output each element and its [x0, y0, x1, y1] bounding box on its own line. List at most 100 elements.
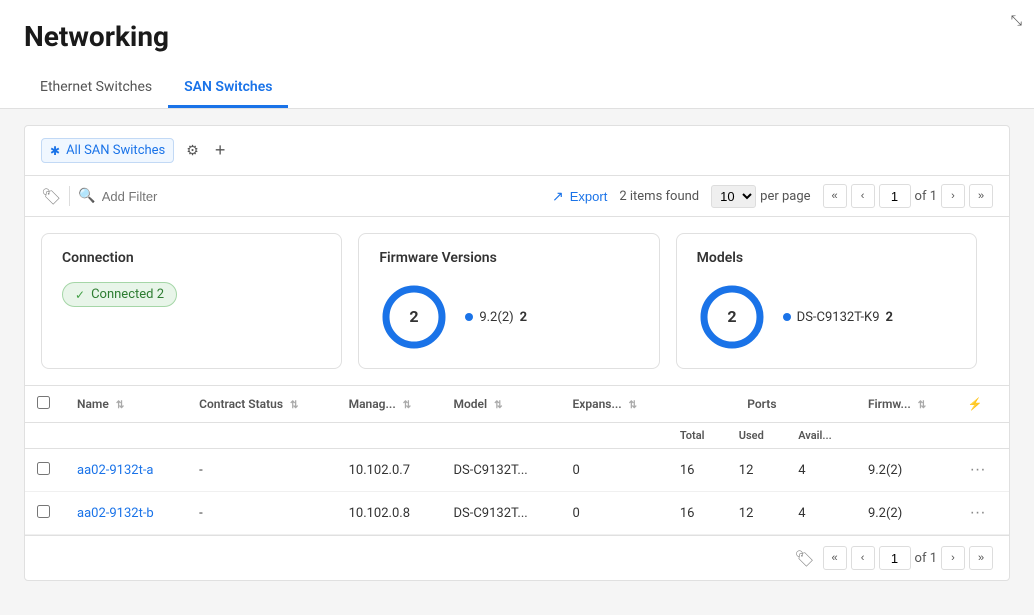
tab-ethernet[interactable]: Ethernet Switches — [24, 69, 168, 108]
next-page-button[interactable]: › — [941, 184, 965, 208]
panel-toolbar-left: ✱ All SAN Switches ⚙ + — [41, 138, 993, 163]
filter-tab-label: All SAN Switches — [66, 143, 165, 158]
td-actions-0: ··· — [956, 449, 1009, 492]
td-ports-total-0: 16 — [668, 449, 727, 492]
collapse-cards-button[interactable]: ⤡ — [1011, 12, 1022, 29]
pagination: « ‹ of 1 › » — [823, 184, 993, 208]
page-of: of 1 — [915, 189, 937, 204]
th-checkbox — [25, 386, 65, 423]
last-page-button[interactable]: » — [969, 184, 993, 208]
th-model[interactable]: Model ⇅ — [441, 386, 560, 423]
footer-first-page-button[interactable]: « — [823, 546, 847, 570]
td-model-0: DS-C9132T... — [441, 449, 560, 492]
td-firmware-0: 9.2(2) — [856, 449, 956, 492]
sort-expansion-icon: ⇅ — [629, 400, 637, 411]
firmware-card-title: Firmware Versions — [379, 250, 638, 266]
footer-prev-page-button[interactable]: ‹ — [851, 546, 875, 570]
th-contract-status[interactable]: Contract Status ⇅ — [187, 386, 336, 423]
add-tab-button[interactable]: + — [211, 138, 230, 163]
th2-blank-expansion — [561, 423, 668, 449]
td-manage-1: 10.102.0.8 — [337, 492, 442, 535]
action-bar-right: ↗ Export 2 items found 10 25 50 per page… — [552, 184, 993, 208]
firmware-card: Firmware Versions 2 9.2(2) 2 — [358, 233, 659, 369]
per-page-label: per page — [760, 189, 810, 204]
th-name[interactable]: Name ⇅ — [65, 386, 187, 423]
first-page-button[interactable]: « — [823, 184, 847, 208]
firmware-legend-item: 9.2(2) 2 — [465, 310, 527, 325]
th2-blank-model — [441, 423, 560, 449]
th-ports-total: Total — [668, 423, 727, 449]
table-row: aa02-9132t-a - 10.102.0.7 DS-C9132T... 0… — [25, 449, 1009, 492]
td-actions-1: ··· — [956, 492, 1009, 535]
footer-page-of: of 1 — [915, 551, 937, 566]
sort-name-icon: ⇅ — [116, 400, 124, 411]
td-name-1: aa02-9132t-b — [65, 492, 187, 535]
tab-bar: Ethernet Switches SAN Switches — [24, 69, 1010, 108]
td-name-0: aa02-9132t-a — [65, 449, 187, 492]
td-expansion-0: 0 — [561, 449, 668, 492]
search-input[interactable] — [102, 189, 479, 204]
search-wrap: 🔍 — [78, 188, 478, 204]
th-ports-used: Used — [727, 423, 786, 449]
table-header-row-2: Total Used Avail... — [25, 423, 1009, 449]
all-san-switches-tab[interactable]: ✱ All SAN Switches — [41, 138, 174, 163]
footer-tag-icon[interactable]: 🏷 — [794, 549, 814, 568]
device-link-0[interactable]: aa02-9132t-a — [77, 463, 154, 478]
items-count: 2 items found — [619, 189, 699, 204]
tag-icon[interactable]: 🏷 — [41, 187, 61, 206]
sort-contract-icon: ⇅ — [290, 400, 298, 411]
firmware-donut-chart: 2 — [379, 282, 449, 352]
row-more-button-1[interactable]: ··· — [968, 502, 988, 524]
row-checkbox-1[interactable] — [37, 505, 50, 518]
models-card-title: Models — [697, 250, 956, 266]
td-ports-avail-1: 4 — [786, 492, 856, 535]
models-legend-value: 2 — [886, 310, 893, 325]
page-input[interactable] — [879, 184, 911, 208]
footer-next-page-button[interactable]: › — [941, 546, 965, 570]
models-legend-label: DS-C9132T-K9 — [797, 310, 880, 325]
connection-card-title: Connection — [62, 250, 321, 266]
td-ports-avail-0: 4 — [786, 449, 856, 492]
th-expansion[interactable]: Expans... ⇅ — [561, 386, 668, 423]
footer-page-input[interactable] — [879, 546, 911, 570]
tab-san[interactable]: SAN Switches — [168, 69, 288, 108]
export-label: Export — [570, 189, 608, 204]
row-more-button-0[interactable]: ··· — [968, 459, 988, 481]
connection-card: Connection ✓ Connected 2 — [41, 233, 342, 369]
sort-firmware-icon: ⇅ — [918, 400, 926, 411]
th-ports-avail: Avail... — [786, 423, 856, 449]
select-all-checkbox[interactable] — [37, 396, 50, 409]
export-icon: ↗ — [552, 188, 564, 205]
footer-pagination: « ‹ of 1 › » — [823, 546, 993, 570]
per-page-dropdown[interactable]: 10 25 50 — [711, 185, 756, 208]
row-checkbox-0[interactable] — [37, 462, 50, 475]
device-link-1[interactable]: aa02-9132t-b — [77, 506, 154, 521]
divider — [69, 186, 70, 206]
sort-manage-icon: ⇅ — [403, 400, 411, 411]
content-panel: ✱ All SAN Switches ⚙ + 🏷 🔍 ↗ Expor — [24, 125, 1010, 581]
th2-blank-firmware — [856, 423, 956, 449]
export-button[interactable]: ↗ Export — [552, 188, 607, 205]
action-bar: 🏷 🔍 ↗ Export 2 items found 10 25 5 — [25, 176, 1009, 217]
svg-text:2: 2 — [410, 307, 419, 326]
th-firmware[interactable]: Firmw... ⇅ — [856, 386, 956, 423]
footer-last-page-button[interactable]: » — [969, 546, 993, 570]
td-ports-total-1: 16 — [668, 492, 727, 535]
prev-page-button[interactable]: ‹ — [851, 184, 875, 208]
firmware-legend-dot — [465, 313, 473, 321]
td-manage-0: 10.102.0.7 — [337, 449, 442, 492]
firmware-legend: 9.2(2) 2 — [465, 310, 527, 325]
svg-text:2: 2 — [727, 307, 736, 326]
per-page-select: 10 25 50 per page — [711, 185, 810, 208]
models-legend-item: DS-C9132T-K9 2 — [783, 310, 893, 325]
td-ports-used-0: 12 — [727, 449, 786, 492]
lightning-icon: ⚡ — [968, 397, 983, 411]
firmware-legend-value: 2 — [520, 310, 527, 325]
table-header-row-1: Name ⇅ Contract Status ⇅ Manag... ⇅ Mo — [25, 386, 1009, 423]
settings-button[interactable]: ⚙ — [182, 140, 203, 161]
sort-model-icon: ⇅ — [494, 400, 502, 411]
models-legend: DS-C9132T-K9 2 — [783, 310, 893, 325]
th-actions: ⚡ — [956, 386, 1009, 423]
th-manage[interactable]: Manag... ⇅ — [337, 386, 442, 423]
panel-toolbar: ✱ All SAN Switches ⚙ + — [25, 126, 1009, 176]
